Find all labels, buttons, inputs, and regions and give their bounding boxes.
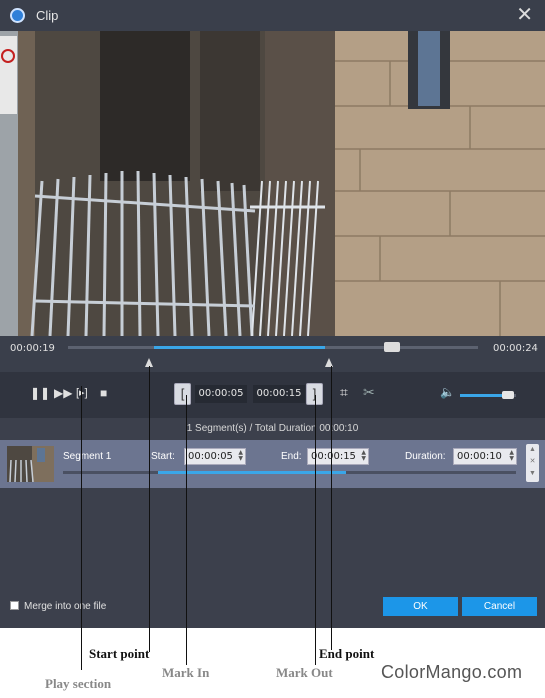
play-section-annotation: Play section <box>45 676 112 691</box>
volume-level <box>460 394 508 397</box>
duration-field[interactable]: 00:00:10 ▲ ▼ <box>453 448 517 465</box>
mark-in-pointer-line <box>186 395 187 665</box>
window-title: Clip <box>36 8 59 23</box>
spinner-arrows-icon[interactable]: ▲ ▼ <box>238 450 243 462</box>
start-time-display[interactable]: 00:00:05 <box>195 385 247 403</box>
merge-label: Merge into one file <box>24 601 107 612</box>
merge-checkbox[interactable]: Merge into one file <box>10 601 106 612</box>
cut-icon[interactable]: ✂ <box>363 384 375 401</box>
cancel-button[interactable]: Cancel <box>462 597 537 616</box>
duration-value: 00:00:10 <box>457 451 502 462</box>
clip-window: Clip ✕ 00:00:19 00:00:24 ❚❚ ▶▶ ■ [00:00… <box>0 0 545 698</box>
fast-forward-icon[interactable]: ▶▶ <box>54 386 72 400</box>
checkbox-icon[interactable] <box>10 601 19 610</box>
app-icon <box>10 8 25 23</box>
segment-order-arrows[interactable]: ▲ ✕ ▼ <box>526 444 539 482</box>
pause-icon[interactable]: ❚❚ <box>30 386 50 400</box>
segment-name: Segment 1 <box>63 451 112 462</box>
end-label: End: <box>281 451 302 462</box>
duration-label: Duration: <box>405 451 446 462</box>
title-bar: Clip ✕ <box>0 0 545 31</box>
watermark: ColorMango.com <box>381 662 523 682</box>
spinner-arrows-icon[interactable]: ▲ ▼ <box>509 450 514 462</box>
close-icon[interactable]: ✕ <box>516 4 533 26</box>
start-time-value: 00:00:05 <box>188 451 233 462</box>
volume-handle[interactable] <box>502 391 514 399</box>
start-point-pointer-line <box>149 366 150 652</box>
stop-icon[interactable]: ■ <box>100 386 107 400</box>
volume-icon[interactable]: 🔈 <box>440 385 455 399</box>
crop-icon[interactable]: ⌗ <box>340 384 348 401</box>
end-point-annotation: End point <box>319 646 375 661</box>
mark-out-pointer-line <box>315 395 316 665</box>
segment-thumbnail <box>7 446 54 482</box>
play-section-pointer-line <box>81 386 82 670</box>
end-time-display[interactable]: 00:00:15 <box>253 385 305 403</box>
start-time-field[interactable]: 00:00:05 ▲ ▼ <box>184 448 246 465</box>
spinner-arrows-icon[interactable]: ▲ ▼ <box>361 450 366 462</box>
ok-button[interactable]: OK <box>383 597 458 616</box>
video-frame-image <box>0 31 545 336</box>
mark-in-button[interactable]: [ <box>174 383 191 405</box>
total-time: 00:00:24 <box>493 343 538 354</box>
end-point-pointer-line <box>331 366 332 650</box>
end-time-field[interactable]: 00:00:15 ▲ ▼ <box>307 448 369 465</box>
end-time-value: 00:00:15 <box>311 451 356 462</box>
playhead-handle[interactable] <box>384 342 400 352</box>
timeline-selected-range <box>154 346 325 349</box>
current-time: 00:00:19 <box>10 343 55 354</box>
start-point-annotation: Start point <box>89 646 150 661</box>
mark-in-annotation: Mark In <box>162 665 210 680</box>
timeline-bar: 00:00:19 00:00:24 <box>0 336 545 372</box>
start-label: Start: <box>151 451 175 462</box>
mark-out-annotation: Mark Out <box>276 665 333 680</box>
video-preview <box>0 31 545 336</box>
